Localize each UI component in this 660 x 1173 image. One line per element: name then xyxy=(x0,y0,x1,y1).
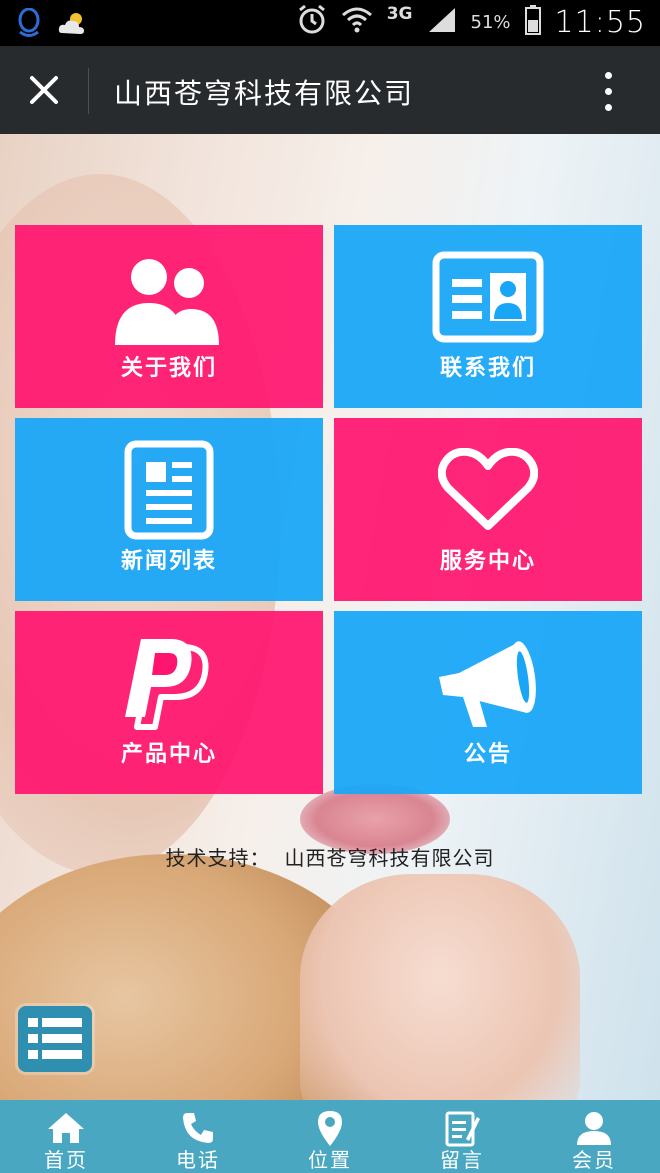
tile-product-center[interactable]: 产品中心 xyxy=(15,611,323,794)
tile-label: 关于我们 xyxy=(120,356,217,381)
tile-label: 产品中心 xyxy=(120,742,217,767)
nav-label: 首页 xyxy=(44,1148,88,1172)
message-icon xyxy=(444,1108,480,1148)
nav-label: 留言 xyxy=(440,1148,484,1172)
member-icon xyxy=(575,1108,613,1148)
alarm-icon xyxy=(297,4,327,40)
page-title: 山西苍穹科技有限公司 xyxy=(114,77,415,110)
nav-home[interactable]: 首页 xyxy=(0,1100,132,1173)
tile-label: 服务中心 xyxy=(439,549,536,574)
megaphone-icon xyxy=(334,633,642,733)
menu-button[interactable] xyxy=(18,1006,92,1072)
more-vertical-icon[interactable] xyxy=(602,72,614,114)
tile-contact-us[interactable]: 联系我们 xyxy=(334,225,642,408)
battery-percent: 51% xyxy=(470,11,511,33)
nav-label: 电话 xyxy=(176,1148,220,1172)
nav-message[interactable]: 留言 xyxy=(396,1100,528,1173)
tech-support-prefix: 技术支持： xyxy=(165,846,271,870)
wifi-icon xyxy=(341,5,373,39)
nav-location[interactable]: 位置 xyxy=(264,1100,396,1173)
close-icon[interactable] xyxy=(28,74,60,106)
qq-icon xyxy=(16,7,42,42)
tile-label: 公告 xyxy=(463,742,512,767)
title-divider xyxy=(88,68,89,114)
location-icon xyxy=(316,1108,344,1148)
signal-icon xyxy=(427,6,457,38)
nav-label: 会员 xyxy=(572,1148,616,1172)
phone-icon xyxy=(181,1108,215,1148)
home-icon xyxy=(46,1108,86,1148)
tile-label: 联系我们 xyxy=(439,356,536,381)
tech-support-company: 山西苍穹科技有限公司 xyxy=(284,846,495,870)
tile-label: 新闻列表 xyxy=(120,549,217,574)
users-icon xyxy=(15,247,323,347)
tile-service-center[interactable]: 服务中心 xyxy=(334,418,642,601)
bottom-nav: 首页 电话 位置 留言 会员 xyxy=(0,1100,660,1173)
network-type: 3G xyxy=(386,4,413,24)
status-bar: 3G 51% 11:55 xyxy=(0,0,660,46)
battery-icon xyxy=(524,5,541,39)
nav-member[interactable]: 会员 xyxy=(528,1100,660,1173)
tile-news-list[interactable]: 新闻列表 xyxy=(15,418,323,601)
list-icon xyxy=(28,1018,82,1059)
title-bar: 山西苍穹科技有限公司 xyxy=(0,46,660,134)
tech-support-text: 技术支持： 山西苍穹科技有限公司 xyxy=(0,842,660,871)
news-icon xyxy=(15,440,323,540)
tile-announcement[interactable]: 公告 xyxy=(334,611,642,794)
nav-label: 位置 xyxy=(308,1148,352,1172)
weather-icon xyxy=(56,9,90,41)
contact-card-icon xyxy=(334,247,642,347)
heart-icon xyxy=(334,440,642,540)
nav-phone[interactable]: 电话 xyxy=(132,1100,264,1173)
clock: 11:55 xyxy=(554,4,646,40)
tile-about-us[interactable]: 关于我们 xyxy=(15,225,323,408)
paypal-icon xyxy=(15,633,323,733)
